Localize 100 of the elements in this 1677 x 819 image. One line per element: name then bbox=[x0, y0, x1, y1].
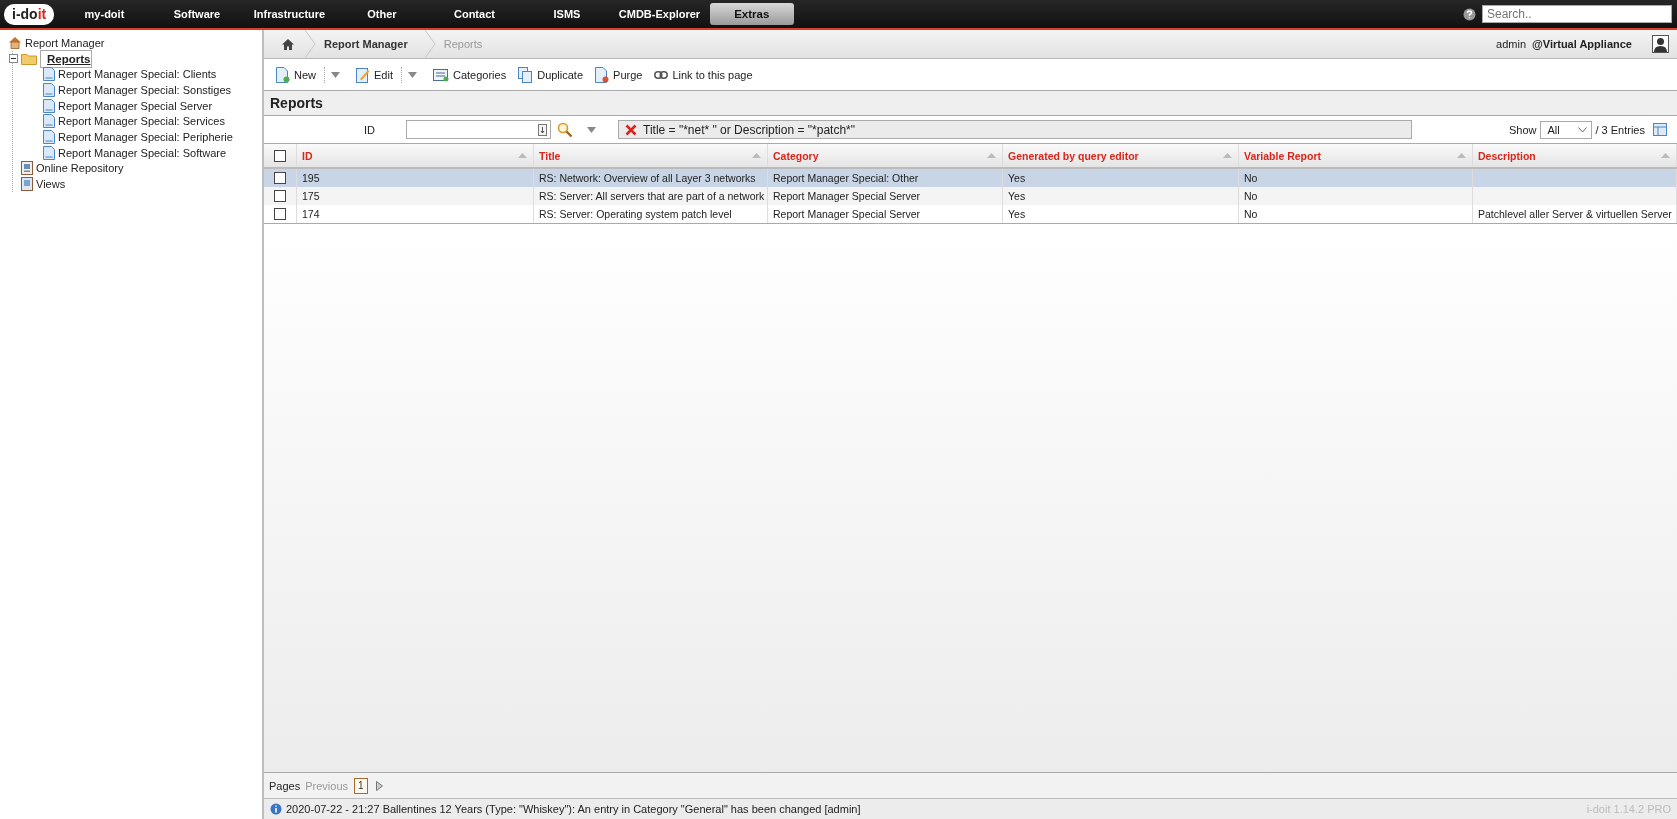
page-size-select[interactable]: All bbox=[1540, 120, 1593, 139]
edit-icon bbox=[356, 66, 370, 83]
toolbar-button[interactable]: Categories bbox=[429, 67, 511, 82]
table-cell: No bbox=[1244, 190, 1258, 202]
filter-label: ID bbox=[364, 123, 376, 136]
table-cell: No bbox=[1244, 208, 1258, 220]
tree-item[interactable]: Reports bbox=[40, 49, 92, 68]
toolbar-button[interactable]: Link to this page bbox=[650, 68, 757, 81]
tenant-name[interactable]: @Virtual Appliance bbox=[1532, 38, 1632, 50]
document-icon bbox=[43, 98, 55, 113]
link-icon bbox=[654, 70, 669, 79]
nav-tab[interactable]: Extras bbox=[709, 3, 794, 25]
table-row[interactable]: 195 RS: Network: Overview of all Layer 3 networks Report Manager Special: Other Yes No bbox=[264, 169, 1677, 187]
toolbar-button[interactable]: Duplicate bbox=[514, 66, 588, 83]
table-cell: Report Manager Special Server bbox=[773, 190, 921, 202]
row-checkbox[interactable] bbox=[274, 190, 286, 202]
tree-item[interactable]: Report Manager Special: Services bbox=[58, 115, 225, 128]
search-field[interactable]: Search.. bbox=[1482, 5, 1672, 23]
column-header[interactable]: Category bbox=[768, 144, 1003, 167]
column-header[interactable]: ID bbox=[297, 144, 534, 167]
table-cell: Report Manager Special Server bbox=[773, 208, 921, 220]
sort-icon bbox=[1457, 153, 1466, 158]
close-icon[interactable] bbox=[625, 123, 637, 136]
chevron-icon bbox=[304, 30, 316, 58]
table-cell: Yes bbox=[1008, 172, 1026, 184]
nav-tab[interactable]: CMDB-Explorer bbox=[613, 3, 706, 25]
row-checkbox[interactable] bbox=[274, 172, 286, 184]
tree-item[interactable]: Report Manager bbox=[25, 36, 105, 49]
nav-tab[interactable]: ISMS bbox=[520, 3, 614, 25]
next-arrow-icon[interactable] bbox=[375, 780, 383, 791]
list-icon bbox=[433, 67, 449, 82]
toolbar-button[interactable]: Purge bbox=[591, 66, 647, 83]
document-icon bbox=[43, 114, 55, 129]
delete-document-icon bbox=[595, 66, 610, 83]
sort-icon bbox=[752, 153, 761, 158]
table-icon[interactable] bbox=[1653, 123, 1667, 136]
show-label: Show bbox=[1508, 123, 1537, 136]
new-document-icon bbox=[276, 66, 290, 83]
field-menu-icon[interactable] bbox=[538, 123, 547, 136]
info-icon bbox=[270, 803, 282, 815]
row-checkbox[interactable] bbox=[274, 208, 286, 220]
tree-item[interactable]: Online Repository bbox=[36, 162, 124, 175]
dropdown-caret-icon[interactable] bbox=[587, 126, 596, 133]
column-header[interactable]: Generated by query editor bbox=[1003, 144, 1239, 167]
house-icon bbox=[8, 36, 22, 50]
table-cell: RS: Server: All servers that are part of a network bbox=[539, 190, 765, 202]
tree-item[interactable]: Report Manager Special Server bbox=[58, 99, 213, 112]
column-header[interactable]: Description bbox=[1473, 144, 1677, 167]
home-icon[interactable] bbox=[282, 38, 294, 50]
sort-icon bbox=[1223, 153, 1232, 158]
page-button[interactable]: 1 bbox=[354, 777, 368, 794]
page-title: Reports bbox=[264, 91, 1677, 116]
folder-icon bbox=[21, 52, 37, 65]
chevron-icon bbox=[423, 30, 436, 58]
nav-tab[interactable]: Contact bbox=[428, 3, 521, 25]
table-cell: 175 bbox=[302, 190, 320, 202]
toolbar-button[interactable]: Edit bbox=[352, 66, 397, 83]
document-icon bbox=[21, 177, 33, 192]
collapse-icon[interactable] bbox=[9, 54, 18, 64]
breadcrumb-link[interactable]: Report Manager bbox=[324, 38, 408, 50]
sort-icon bbox=[518, 153, 527, 158]
help-icon[interactable] bbox=[1463, 7, 1476, 21]
active-filter[interactable]: Title = "*net* " or Description = "*patch*" bbox=[618, 120, 1412, 139]
dropdown-caret-icon[interactable] bbox=[331, 71, 340, 78]
tree-item[interactable]: Report Manager Special: Clients bbox=[58, 68, 217, 81]
document-icon bbox=[43, 145, 55, 160]
nav-tab[interactable]: Software bbox=[150, 3, 244, 25]
select-all-checkbox[interactable] bbox=[274, 149, 286, 162]
table-cell: 174 bbox=[302, 208, 320, 220]
chevron-down-icon bbox=[1578, 126, 1588, 133]
table-cell: Yes bbox=[1008, 190, 1026, 202]
search-icon[interactable] bbox=[557, 121, 573, 138]
logo[interactable]: i-doit bbox=[4, 3, 55, 25]
tree-item[interactable]: Report Manager Special: Peripherie bbox=[58, 130, 233, 143]
nav-tab[interactable]: my-doit bbox=[58, 3, 151, 25]
nav-tab[interactable]: Infrastructure bbox=[243, 3, 336, 25]
tree-item[interactable]: Views bbox=[36, 178, 66, 191]
tree-item[interactable]: Report Manager Special: Software bbox=[58, 146, 227, 159]
tree-item[interactable]: Report Manager Special: Sonstiges bbox=[58, 83, 232, 96]
table-cell: RS: Network: Overview of all Layer 3 networks bbox=[539, 172, 756, 184]
table-row[interactable]: 175 RS: Server: All servers that are part of a network Report Manager Special Server Yes No bbox=[264, 187, 1677, 205]
toolbar-button[interactable]: New bbox=[272, 66, 320, 83]
sort-icon bbox=[1661, 153, 1670, 158]
copy-icon bbox=[518, 66, 534, 83]
table-cell: Yes bbox=[1008, 208, 1026, 220]
column-header[interactable]: Variable Report bbox=[1239, 144, 1473, 167]
column-header[interactable]: Title bbox=[534, 144, 768, 167]
table-cell: No bbox=[1244, 172, 1258, 184]
dropdown-caret-icon[interactable] bbox=[408, 71, 417, 78]
monitor-icon bbox=[21, 161, 33, 176]
user-avatar-icon[interactable] bbox=[1652, 35, 1669, 53]
status-message: 2020-07-22 - 21:27 Ballentines 12 Years (Type: "Whiskey"): An entry in Category "General" has been changed [admin] bbox=[286, 803, 861, 815]
nav-tab[interactable]: Other bbox=[335, 3, 429, 25]
table-cell: 195 bbox=[302, 172, 320, 184]
document-icon bbox=[43, 82, 55, 97]
table-cell: RS: Server: Operating system patch level bbox=[539, 208, 732, 220]
filter-input[interactable] bbox=[406, 120, 551, 139]
filter-query: Title = "*net* " or Description = "*patch*" bbox=[643, 122, 856, 137]
document-icon bbox=[43, 129, 55, 144]
user-name[interactable]: admin bbox=[1496, 38, 1526, 50]
